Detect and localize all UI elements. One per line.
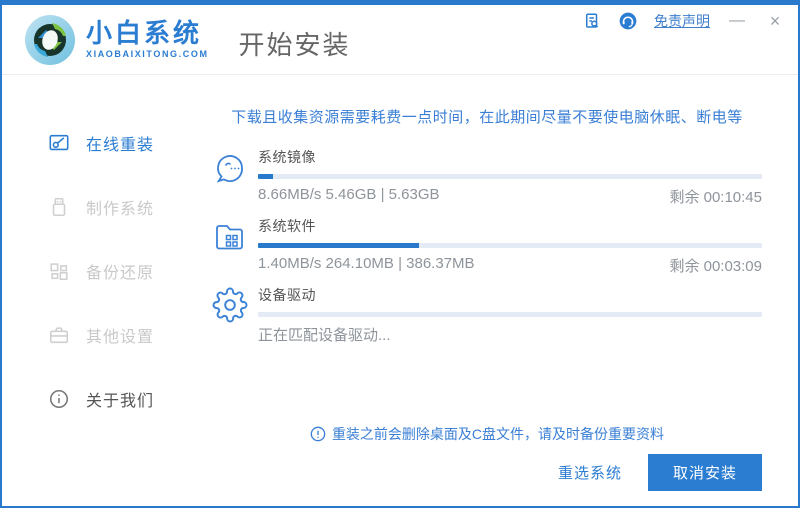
task-stats: 1.40MB/s 264.10MB | 386.37MB <box>258 255 475 272</box>
mascot-face-icon <box>212 147 258 207</box>
disclaimer-link[interactable]: 免责声明 <box>654 11 710 31</box>
task-status: 正在匹配设备驱动... <box>258 327 391 344</box>
gear-icon <box>212 285 258 345</box>
backup-blocks-icon <box>48 260 70 282</box>
logo-title: 小白系统 <box>86 17 203 48</box>
task-remaining: 剩余 00:03:09 <box>669 258 762 275</box>
support-headset-icon[interactable] <box>618 11 638 31</box>
titlebar-controls: 免责声明 — × <box>582 9 786 33</box>
footer-actions: 重选系统 取消安装 <box>212 454 762 506</box>
alert-circle-icon <box>310 426 326 442</box>
usb-drive-icon <box>48 196 70 218</box>
sidebar-item-label: 在线重装 <box>86 137 155 154</box>
task-stats: 8.66MB/s 5.46GB | 5.63GB <box>258 186 440 203</box>
sidebar: 在线重装 制作系统 备份还原 其他设置 关于我们 <box>2 75 190 506</box>
task-title: 设备驱动 <box>258 287 316 303</box>
progress-fill <box>258 243 420 248</box>
info-circle-icon <box>48 388 70 410</box>
logo-text: 小白系统 XIAOBAIXITONG.COM <box>86 19 209 60</box>
backup-notice-text: 重装之前会删除桌面及C盘文件，请及时备份重要资料 <box>331 426 665 442</box>
close-button[interactable]: × <box>764 11 786 31</box>
progress-bar-system-image <box>258 174 762 179</box>
task-row-system-image: 系统镜像 8.66MB/s 5.46GB | 5.63GB 剩余 00:10:4… <box>212 147 762 207</box>
task-row-system-software: 系统软件 1.40MB/s 264.10MB | 386.37MB 剩余 00:… <box>212 216 762 276</box>
download-warning-text: 下载且收集资源需要耗费一点时间，在此期间尽量不要使电脑休眠、断电等 <box>231 109 743 126</box>
backup-notice: 重装之前会删除桌面及C盘文件，请及时备份重要资料 <box>212 424 762 444</box>
monitor-reinstall-icon <box>48 132 70 154</box>
folder-apps-icon <box>212 216 258 276</box>
progress-bar-system-software <box>258 243 762 248</box>
app-logo: 小白系统 XIAOBAIXITONG.COM <box>24 14 209 66</box>
minimize-button[interactable]: — <box>726 11 748 31</box>
main-panel: 下载且收集资源需要耗费一点时间，在此期间尽量不要使电脑休眠、断电等 系统镜像 8… <box>190 75 798 506</box>
sidebar-item-make-system[interactable]: 制作系统 <box>2 175 190 239</box>
sidebar-item-other-settings[interactable]: 其他设置 <box>2 303 190 367</box>
toolbox-icon <box>48 324 70 346</box>
sidebar-item-online-reinstall[interactable]: 在线重装 <box>2 111 190 175</box>
logo-icon <box>25 14 75 65</box>
task-title: 系统软件 <box>258 218 316 234</box>
page-title: 开始安装 <box>238 30 351 60</box>
sidebar-item-label: 关于我们 <box>86 393 155 410</box>
logo-subtitle: XIAOBAIXITONG.COM <box>86 49 209 60</box>
task-remaining: 剩余 00:10:45 <box>669 189 762 206</box>
sidebar-item-about-us[interactable]: 关于我们 <box>2 367 190 431</box>
sidebar-item-label: 其他设置 <box>86 329 155 346</box>
progress-fill <box>258 174 274 179</box>
app-window: 免责声明 — × 小白系统 XIAOBAIXITONG.COM 开始安装 在线重… <box>0 0 800 508</box>
sidebar-item-label: 备份还原 <box>86 265 155 282</box>
progress-bar-device-driver <box>258 312 762 317</box>
sidebar-item-backup-restore[interactable]: 备份还原 <box>2 239 190 303</box>
cancel-install-button[interactable]: 取消安装 <box>647 454 762 491</box>
task-row-device-driver: 设备驱动 正在匹配设备驱动... <box>212 285 762 345</box>
sidebar-item-label: 制作系统 <box>86 201 155 218</box>
reselect-system-button[interactable]: 重选系统 <box>558 462 622 483</box>
document-log-icon[interactable] <box>582 11 602 31</box>
task-title: 系统镜像 <box>258 149 316 165</box>
